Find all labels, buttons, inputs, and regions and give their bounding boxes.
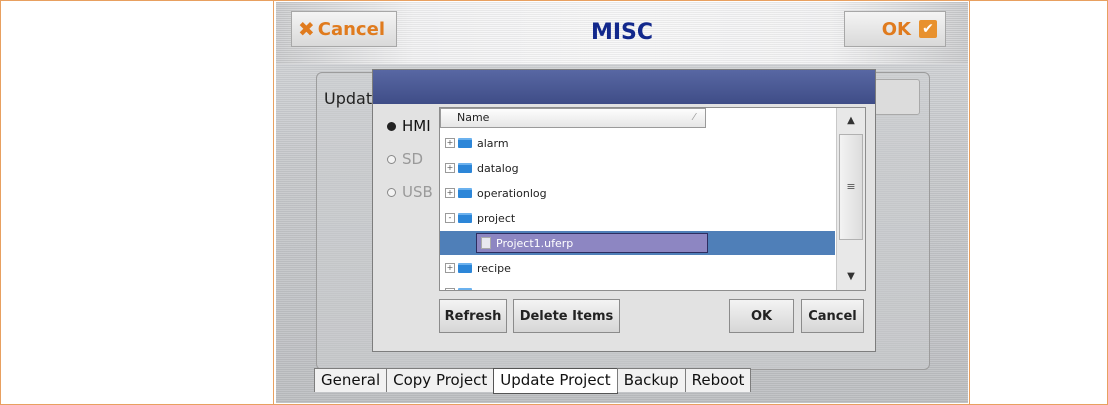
sort-indicator-icon: ⁄ bbox=[693, 112, 695, 123]
expand-icon[interactable]: + bbox=[445, 138, 455, 148]
dialog-cancel-button[interactable]: Cancel bbox=[801, 299, 864, 333]
header-ok-label: OK bbox=[881, 18, 911, 40]
header-ok-button[interactable]: OK ✔ bbox=[844, 11, 946, 47]
tree-item-label: datalog bbox=[477, 161, 519, 175]
tree-item-datalog[interactable]: + datalog bbox=[440, 156, 835, 180]
folder-icon bbox=[458, 263, 472, 273]
tab-reboot[interactable]: Reboot bbox=[684, 368, 752, 392]
tree-item-project[interactable]: - project bbox=[440, 206, 835, 230]
radio-hmi[interactable]: HMI bbox=[387, 117, 431, 135]
tree-item-label: project bbox=[477, 211, 516, 225]
collapse-icon[interactable]: - bbox=[445, 213, 455, 223]
folder-icon bbox=[458, 163, 472, 173]
folder-icon bbox=[458, 288, 472, 290]
column-header-name[interactable]: Name ⁄ bbox=[440, 108, 706, 128]
dialog-ok-button[interactable]: OK bbox=[729, 299, 794, 333]
expand-icon[interactable]: + bbox=[445, 263, 455, 273]
radio-sd[interactable]: SD bbox=[387, 150, 423, 168]
scroll-down-icon[interactable]: ▼ bbox=[837, 264, 865, 290]
tab-backup[interactable]: Backup bbox=[616, 368, 686, 392]
expand-icon[interactable]: + bbox=[445, 163, 455, 173]
file-dialog: HMI SD USB Name ⁄ + alarm + datalog + op… bbox=[372, 69, 876, 352]
folder-icon bbox=[458, 188, 472, 198]
tree-item-partial[interactable] bbox=[440, 281, 835, 290]
header-bar: ✖ Cancel MISC OK ✔ bbox=[276, 2, 968, 64]
file-icon bbox=[481, 237, 491, 249]
tree-item-operationlog[interactable]: + operationlog bbox=[440, 181, 835, 205]
delete-items-button[interactable]: Delete Items bbox=[513, 299, 620, 333]
refresh-button[interactable]: Refresh bbox=[439, 299, 507, 333]
radio-indicator bbox=[387, 187, 396, 197]
radio-usb[interactable]: USB bbox=[387, 183, 433, 201]
tree-item-recipe[interactable]: + recipe bbox=[440, 256, 835, 280]
tree-item-label: recipe bbox=[477, 261, 511, 275]
frame-divider-left bbox=[273, 0, 274, 405]
column-header-label: Name bbox=[457, 111, 490, 124]
tree-item-alarm[interactable]: + alarm bbox=[440, 131, 835, 155]
radio-indicator bbox=[387, 121, 396, 131]
tab-general[interactable]: General bbox=[314, 368, 388, 392]
tree-item-project1-file[interactable]: Project1.uferp bbox=[476, 233, 708, 253]
file-tree: Name ⁄ + alarm + datalog + operationlog … bbox=[439, 107, 866, 291]
tree-item-label: alarm bbox=[477, 136, 509, 150]
checkbox-check-icon: ✔ bbox=[919, 20, 937, 38]
tab-copy-project[interactable]: Copy Project bbox=[386, 368, 495, 392]
scroll-up-icon[interactable]: ▲ bbox=[837, 108, 865, 134]
radio-sd-label: SD bbox=[402, 150, 424, 168]
tab-update-project[interactable]: Update Project bbox=[493, 368, 618, 394]
radio-usb-label: USB bbox=[402, 183, 433, 201]
expand-icon[interactable]: + bbox=[445, 188, 455, 198]
radio-hmi-label: HMI bbox=[402, 117, 431, 135]
update-field[interactable] bbox=[874, 79, 920, 115]
folder-icon bbox=[458, 213, 472, 223]
dialog-titlebar[interactable] bbox=[373, 70, 875, 104]
tab-bar: General Copy Project Update Project Back… bbox=[314, 368, 752, 394]
tree-scrollbar[interactable]: ▲ ≡ ▼ bbox=[836, 108, 865, 290]
hmi-screen: ✖ Cancel MISC OK ✔ Update HMI SD USB Nam… bbox=[276, 2, 968, 403]
folder-icon bbox=[458, 138, 472, 148]
tree-item-label: Project1.uferp bbox=[496, 236, 574, 250]
expand-icon[interactable] bbox=[445, 288, 455, 290]
scroll-thumb[interactable]: ≡ bbox=[839, 134, 863, 240]
frame-divider-right bbox=[969, 0, 970, 405]
radio-indicator bbox=[387, 154, 396, 164]
tree-item-selected-row[interactable]: Project1.uferp bbox=[440, 231, 835, 255]
tree-item-label: operationlog bbox=[477, 186, 547, 200]
